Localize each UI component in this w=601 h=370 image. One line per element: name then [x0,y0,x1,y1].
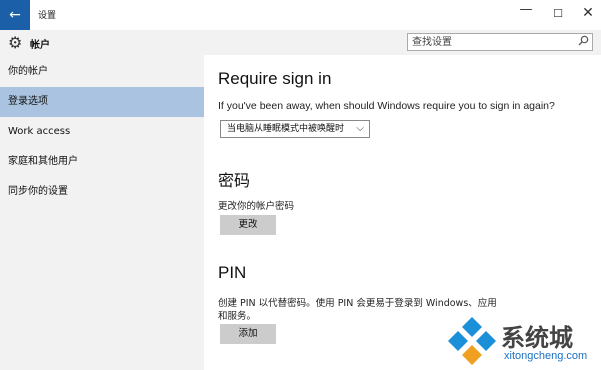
search-box[interactable] [407,33,593,51]
watermark-text: 系统城 [501,324,573,352]
page-title: 帐户 [30,40,50,51]
pin-heading: PIN [218,263,247,282]
dropdown-value: 当电脑从睡眠模式中被唤醒时 [227,124,345,134]
sidebar: 你的帐户 登录选项 Work access 家庭和其他用户 同步你的设置 [0,55,204,370]
watermark-logo-icon [448,317,496,365]
pin-description-line1: 创建 PIN 以代替密码。使用 PIN 会更易于登录到 Windows、应用 [218,298,497,309]
add-pin-button[interactable]: 添加 [220,324,276,344]
back-arrow-icon: ← [9,7,21,23]
require-sign-in-heading: Require sign in [218,69,332,88]
sidebar-item-your-account[interactable]: 你的帐户 [0,57,204,87]
title-bar: ← 设置 — ☐ ✕ [0,0,601,32]
pin-description-line2: 和服务。 [218,311,257,322]
gear-icon: ⚙ [8,33,23,52]
watermark: 系统城 xitongcheng.com [444,313,601,370]
search-input[interactable] [412,35,572,49]
sidebar-item-family[interactable]: 家庭和其他用户 [0,147,204,177]
search-icon[interactable] [578,35,589,49]
back-button[interactable]: ← [0,0,30,30]
maximize-button[interactable]: ☐ [548,7,568,20]
close-button[interactable]: ✕ [578,5,598,21]
minimize-button[interactable]: — [516,2,536,17]
watermark-url: xitongcheng.com [504,350,588,362]
password-heading: 密码 [218,171,251,190]
sidebar-item-sign-in-options[interactable]: 登录选项 [0,87,204,117]
require-sign-in-description: If you've been away, when should Windows… [218,100,555,112]
sidebar-item-sync[interactable]: 同步你的设置 [0,177,204,207]
require-sign-in-dropdown[interactable]: 当电脑从睡眠模式中被唤醒时 ⌵ [220,120,370,138]
window-title: 设置 [38,11,57,21]
sidebar-item-work-access[interactable]: Work access [0,117,204,147]
page-header: ⚙ 帐户 [0,30,601,55]
chevron-down-icon: ⌵ [356,123,364,134]
change-password-button[interactable]: 更改 [220,215,276,235]
password-description: 更改你的帐户密码 [218,201,295,212]
